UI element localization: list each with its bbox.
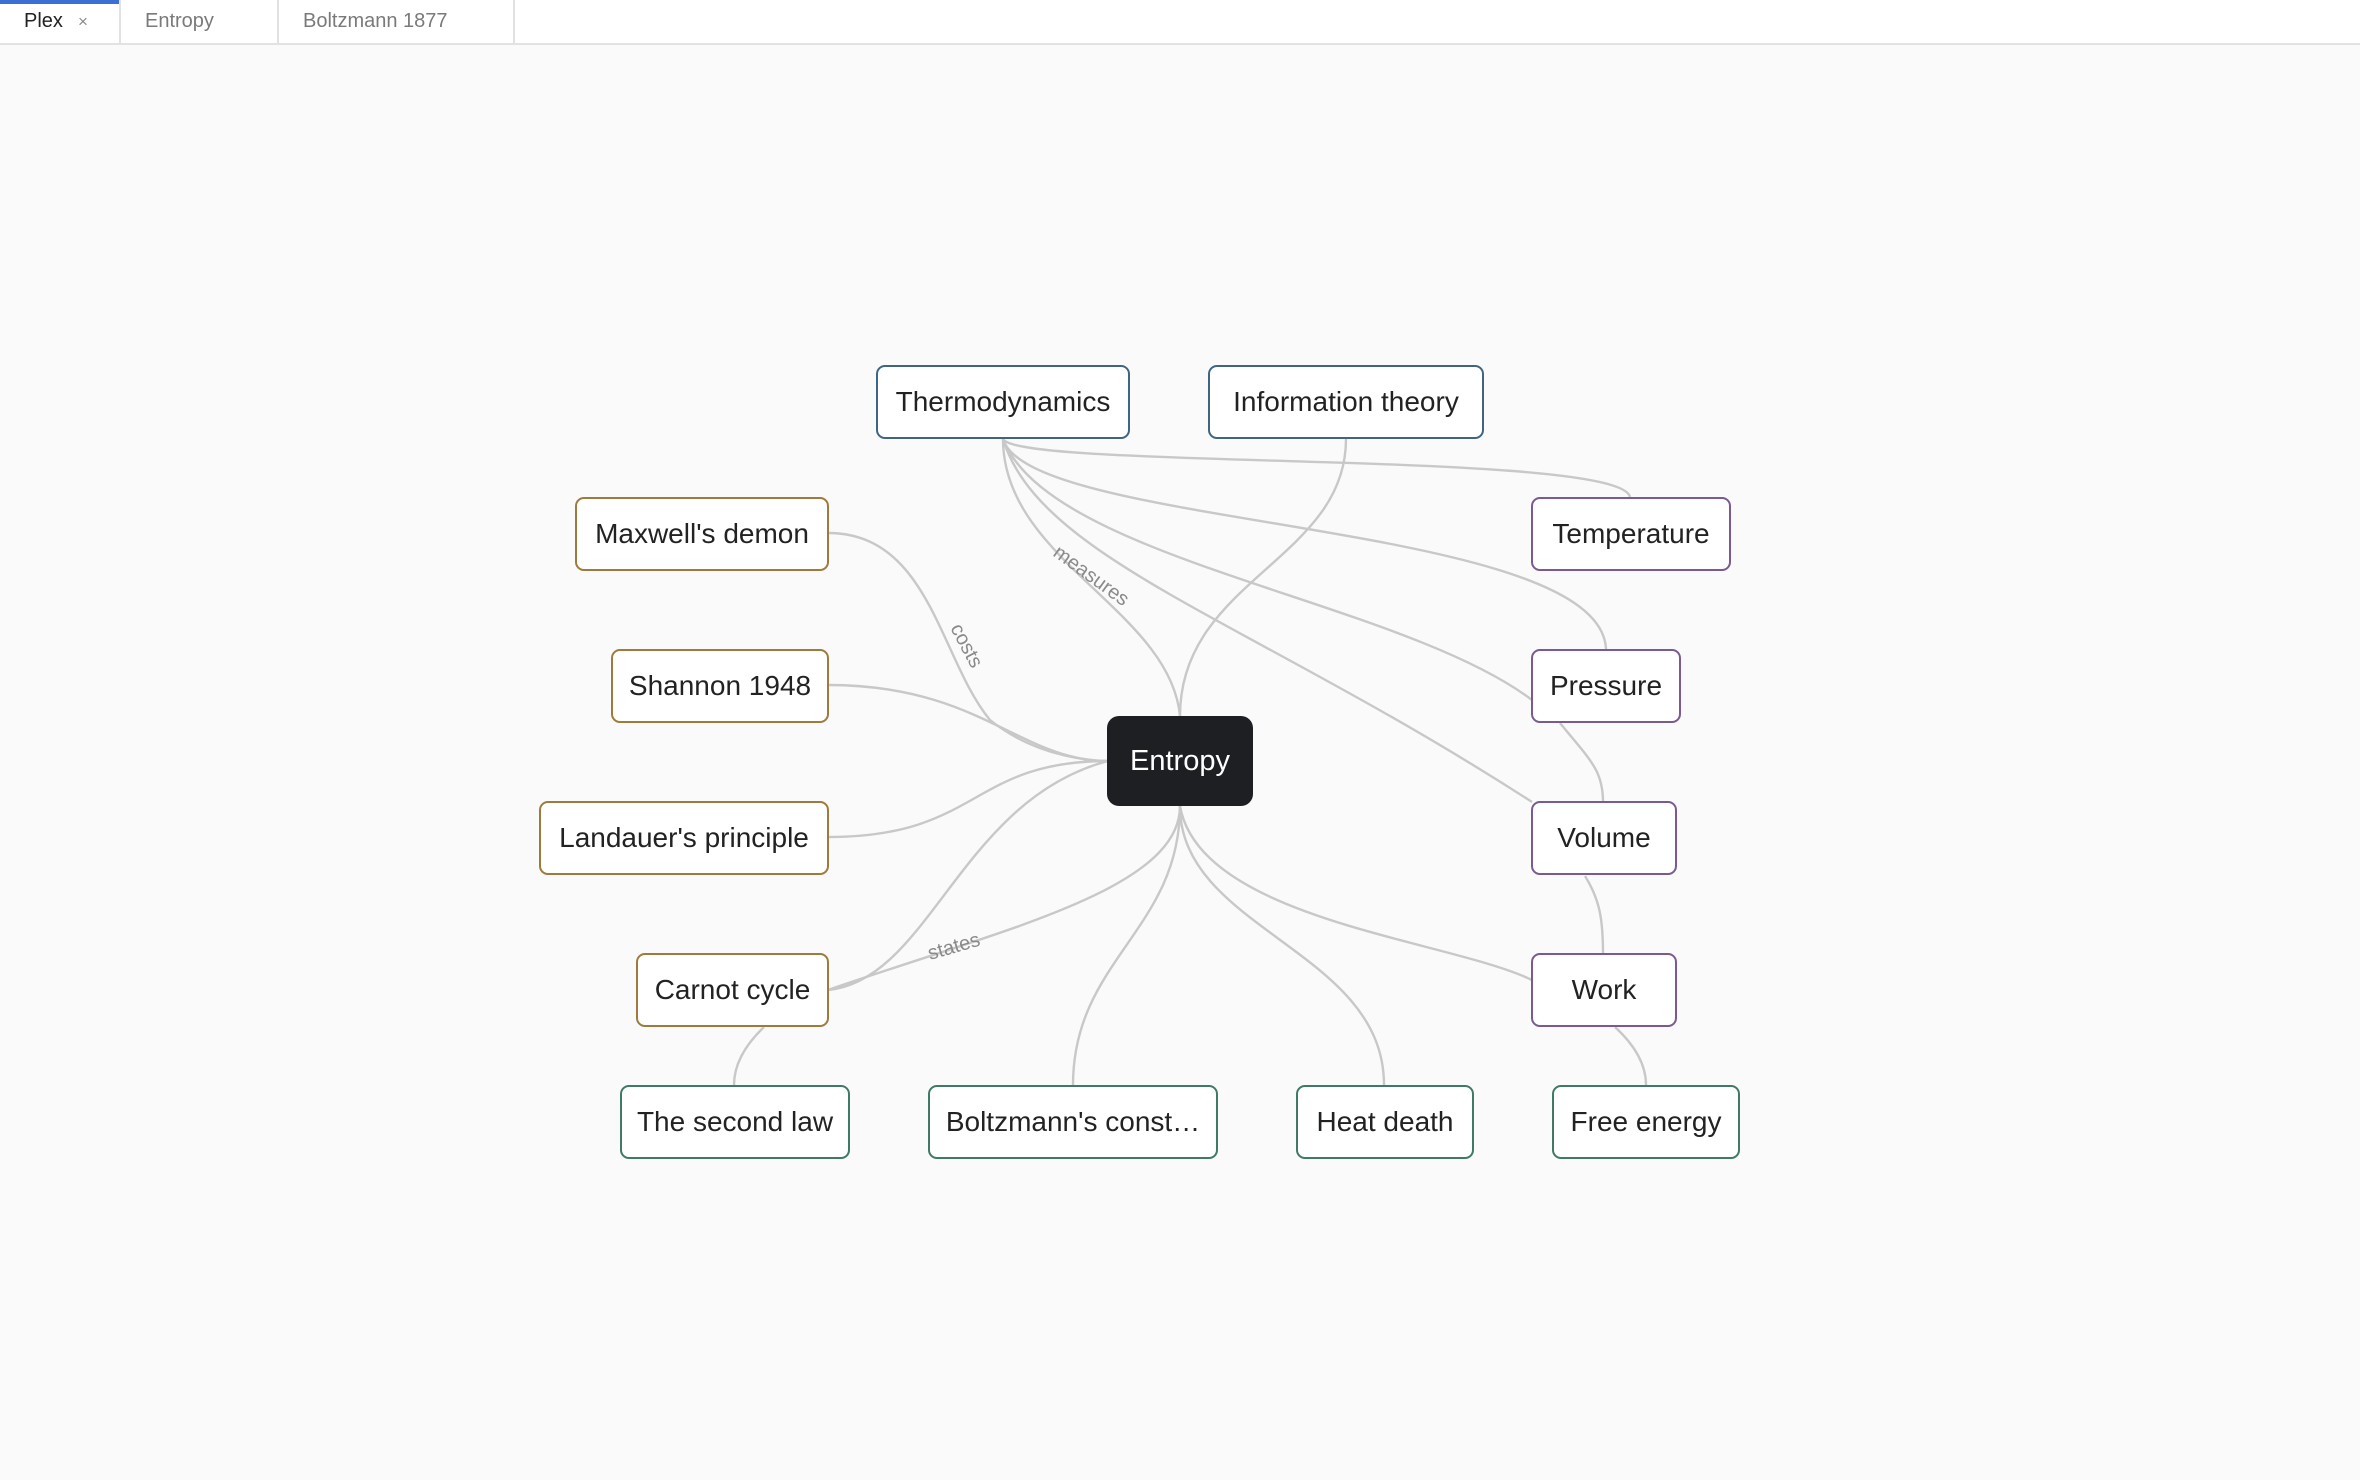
edge-volume-work xyxy=(1583,875,1605,955)
tab-label: Entropy xyxy=(145,10,214,32)
node-label: Volume xyxy=(1557,822,1651,853)
node-label: Landauer's principle xyxy=(559,822,809,853)
node-label: Pressure xyxy=(1549,670,1663,701)
edge-work-free-energy xyxy=(1614,1026,1648,1086)
tab-label: Plex xyxy=(24,10,63,32)
node-label: Thermodynamics xyxy=(895,386,1111,417)
node-pressure[interactable]: Pressure xyxy=(1531,649,1681,723)
node-free-energy[interactable]: Free energy xyxy=(1552,1085,1740,1159)
tab-plex[interactable]: Plex × xyxy=(0,0,121,43)
node-heat-death[interactable]: Heat death xyxy=(1296,1085,1474,1159)
edge-label-states: states xyxy=(925,929,982,965)
node-label: The second law xyxy=(636,1106,834,1137)
node-label: Entropy xyxy=(1130,745,1230,777)
node-the-second-law[interactable]: The second law xyxy=(620,1085,850,1159)
edge-maxwells-demon-entropy xyxy=(827,531,1109,763)
edge-label-costs: costs xyxy=(946,620,987,672)
node-work[interactable]: Work xyxy=(1531,953,1677,1027)
edge-shannon-entropy xyxy=(827,683,1109,763)
edge-thermodynamics-entropy xyxy=(1001,438,1182,717)
node-maxwells-demon[interactable]: Maxwell's demon xyxy=(575,497,829,571)
node-carnot-cycle[interactable]: Carnot cycle xyxy=(636,953,829,1027)
edge-label-measures: measures xyxy=(1049,541,1133,610)
node-volume[interactable]: Volume xyxy=(1531,801,1677,875)
edge-thermodynamics-pressure-lower xyxy=(1001,438,1533,701)
node-shannon-1948[interactable]: Shannon 1948 xyxy=(611,649,829,723)
node-information-theory[interactable]: Information theory xyxy=(1208,365,1484,439)
node-label: Temperature xyxy=(1552,518,1710,549)
edge-thermodynamics-temperature xyxy=(1001,438,1632,498)
node-label: Boltzmann's const… xyxy=(945,1106,1201,1137)
edge-entropy-heat-death xyxy=(1178,805,1386,1086)
edge-thermodynamics-volume xyxy=(1001,438,1533,804)
close-icon[interactable]: × xyxy=(78,0,88,43)
node-label: Free energy xyxy=(1570,1106,1722,1137)
node-label: Information theory xyxy=(1233,386,1459,417)
edge-carnot-entropy-states xyxy=(827,805,1182,992)
edge-landauer-entropy xyxy=(827,759,1109,839)
node-label: Shannon 1948 xyxy=(628,670,812,701)
node-label: Maxwell's demon xyxy=(595,518,809,549)
tab-bar: Plex × Entropy Boltzmann 1877 xyxy=(0,0,2360,45)
node-entropy-center[interactable]: Entropy xyxy=(1107,716,1253,806)
edge-entropy-boltzmanns-constant xyxy=(1071,805,1182,1086)
tab-entropy[interactable]: Entropy xyxy=(121,0,279,43)
tab-label: Boltzmann 1877 xyxy=(303,10,448,32)
edge-thermodynamics-pressure xyxy=(1001,438,1608,650)
node-thermodynamics[interactable]: Thermodynamics xyxy=(876,365,1130,439)
edge-entropy-work xyxy=(1178,805,1533,982)
node-temperature[interactable]: Temperature xyxy=(1531,497,1731,571)
edge-carnot-second-law xyxy=(732,1026,765,1086)
edge-carnot-entropy xyxy=(827,759,1109,992)
node-label: Heat death xyxy=(1316,1106,1454,1137)
node-label: Work xyxy=(1571,974,1637,1005)
node-boltzmanns-constant[interactable]: Boltzmann's const… xyxy=(928,1085,1218,1159)
node-label: Carnot cycle xyxy=(654,974,811,1005)
edge-pressure-volume xyxy=(1559,722,1605,803)
node-landauers-principle[interactable]: Landauer's principle xyxy=(539,801,829,875)
edge-information-theory-entropy xyxy=(1178,438,1348,717)
tab-boltzmann-1877[interactable]: Boltzmann 1877 xyxy=(279,0,515,43)
